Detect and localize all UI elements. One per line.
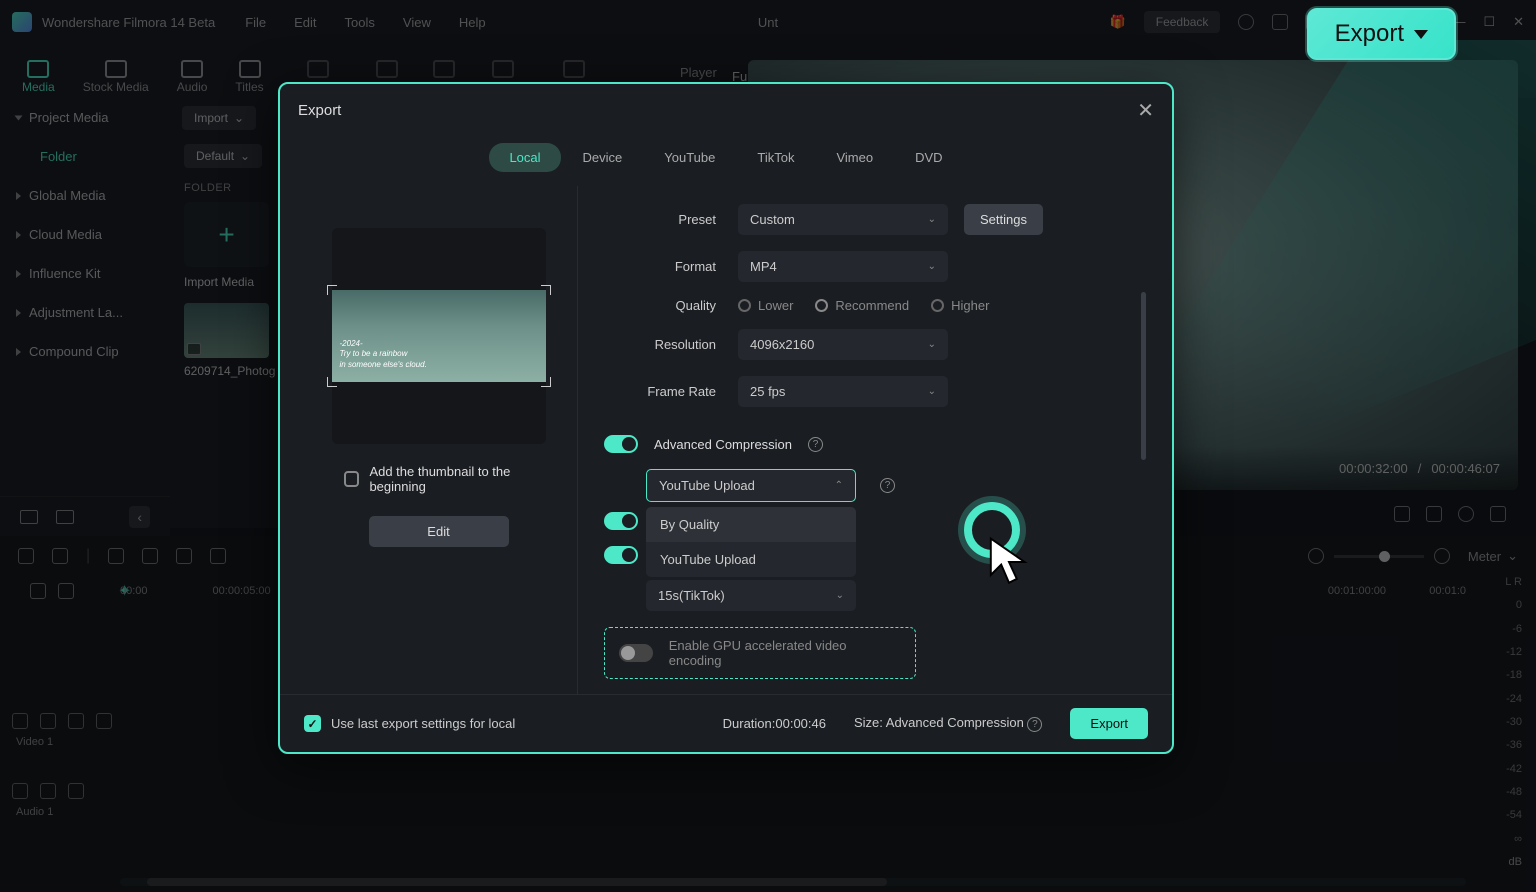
tab-vimeo[interactable]: Vimeo xyxy=(816,143,893,172)
dropdown-option-youtube-upload[interactable]: YouTube Upload xyxy=(646,542,856,577)
format-label: Format xyxy=(626,259,738,274)
tab-dvd[interactable]: DVD xyxy=(895,143,962,172)
export-tabs: Local Device YouTube TikTok Vimeo DVD xyxy=(280,137,1172,186)
tab-youtube[interactable]: YouTube xyxy=(644,143,735,172)
framerate-select[interactable]: 25 fps⌄ xyxy=(738,376,948,407)
add-thumbnail-label: Add the thumbnail to the beginning xyxy=(369,464,561,494)
preset-label: Preset xyxy=(626,212,738,227)
use-last-settings-checkbox[interactable] xyxy=(304,715,321,732)
add-thumbnail-checkbox[interactable] xyxy=(344,471,359,487)
help-icon[interactable]: ? xyxy=(880,478,895,493)
advanced-compression-label: Advanced Compression xyxy=(654,437,792,452)
scrollbar[interactable] xyxy=(1141,292,1146,460)
thumbnail-preview: -2024- Try to be a rainbow in someone el… xyxy=(332,228,546,444)
export-callout-button[interactable]: Export xyxy=(1307,8,1456,60)
preset-select[interactable]: Custom⌄ xyxy=(738,204,948,235)
export-button[interactable]: Export xyxy=(1070,708,1148,739)
framerate-label: Frame Rate xyxy=(626,384,738,399)
format-select[interactable]: MP4⌄ xyxy=(738,251,948,282)
use-last-settings-label: Use last export settings for local xyxy=(331,716,515,731)
edit-button[interactable]: Edit xyxy=(369,516,509,547)
settings-button[interactable]: Settings xyxy=(964,204,1043,235)
gpu-label: Enable GPU accelerated video encoding xyxy=(669,638,901,668)
duration-info: Duration:00:00:46 xyxy=(723,716,826,731)
tiktok-duration-select[interactable]: 15s(TikTok)⌄ xyxy=(646,580,856,611)
resolution-select[interactable]: 4096x2160⌄ xyxy=(738,329,948,360)
tab-device[interactable]: Device xyxy=(563,143,643,172)
unknown-toggle-2[interactable] xyxy=(604,546,638,564)
advanced-compression-toggle[interactable] xyxy=(604,435,638,453)
export-modal: Export ✕ Local Device YouTube TikTok Vim… xyxy=(278,82,1174,754)
size-info: Size: Advanced Compression ? xyxy=(854,715,1042,732)
gpu-encoding-box: Enable GPU accelerated video encoding xyxy=(604,627,916,679)
resolution-label: Resolution xyxy=(626,337,738,352)
cursor-icon xyxy=(988,536,1030,593)
export-callout-label: Export xyxy=(1335,20,1404,48)
modal-title: Export xyxy=(298,102,341,119)
compression-mode-select[interactable]: YouTube Upload⌃ xyxy=(646,469,856,502)
quality-higher-radio[interactable]: Higher xyxy=(931,298,989,313)
gpu-toggle[interactable] xyxy=(619,644,653,662)
compression-dropdown: By Quality YouTube Upload xyxy=(646,507,856,577)
close-icon[interactable]: ✕ xyxy=(1137,98,1154,123)
help-icon[interactable]: ? xyxy=(808,437,823,452)
quality-label: Quality xyxy=(626,298,738,313)
unknown-toggle-1[interactable] xyxy=(604,512,638,530)
chevron-down-icon xyxy=(1414,30,1428,39)
tab-local[interactable]: Local xyxy=(489,143,560,172)
quality-lower-radio[interactable]: Lower xyxy=(738,298,793,313)
dropdown-option-by-quality[interactable]: By Quality xyxy=(646,507,856,542)
tab-tiktok[interactable]: TikTok xyxy=(737,143,814,172)
quality-recommend-radio[interactable]: Recommend xyxy=(815,298,909,313)
help-icon[interactable]: ? xyxy=(1027,717,1042,732)
